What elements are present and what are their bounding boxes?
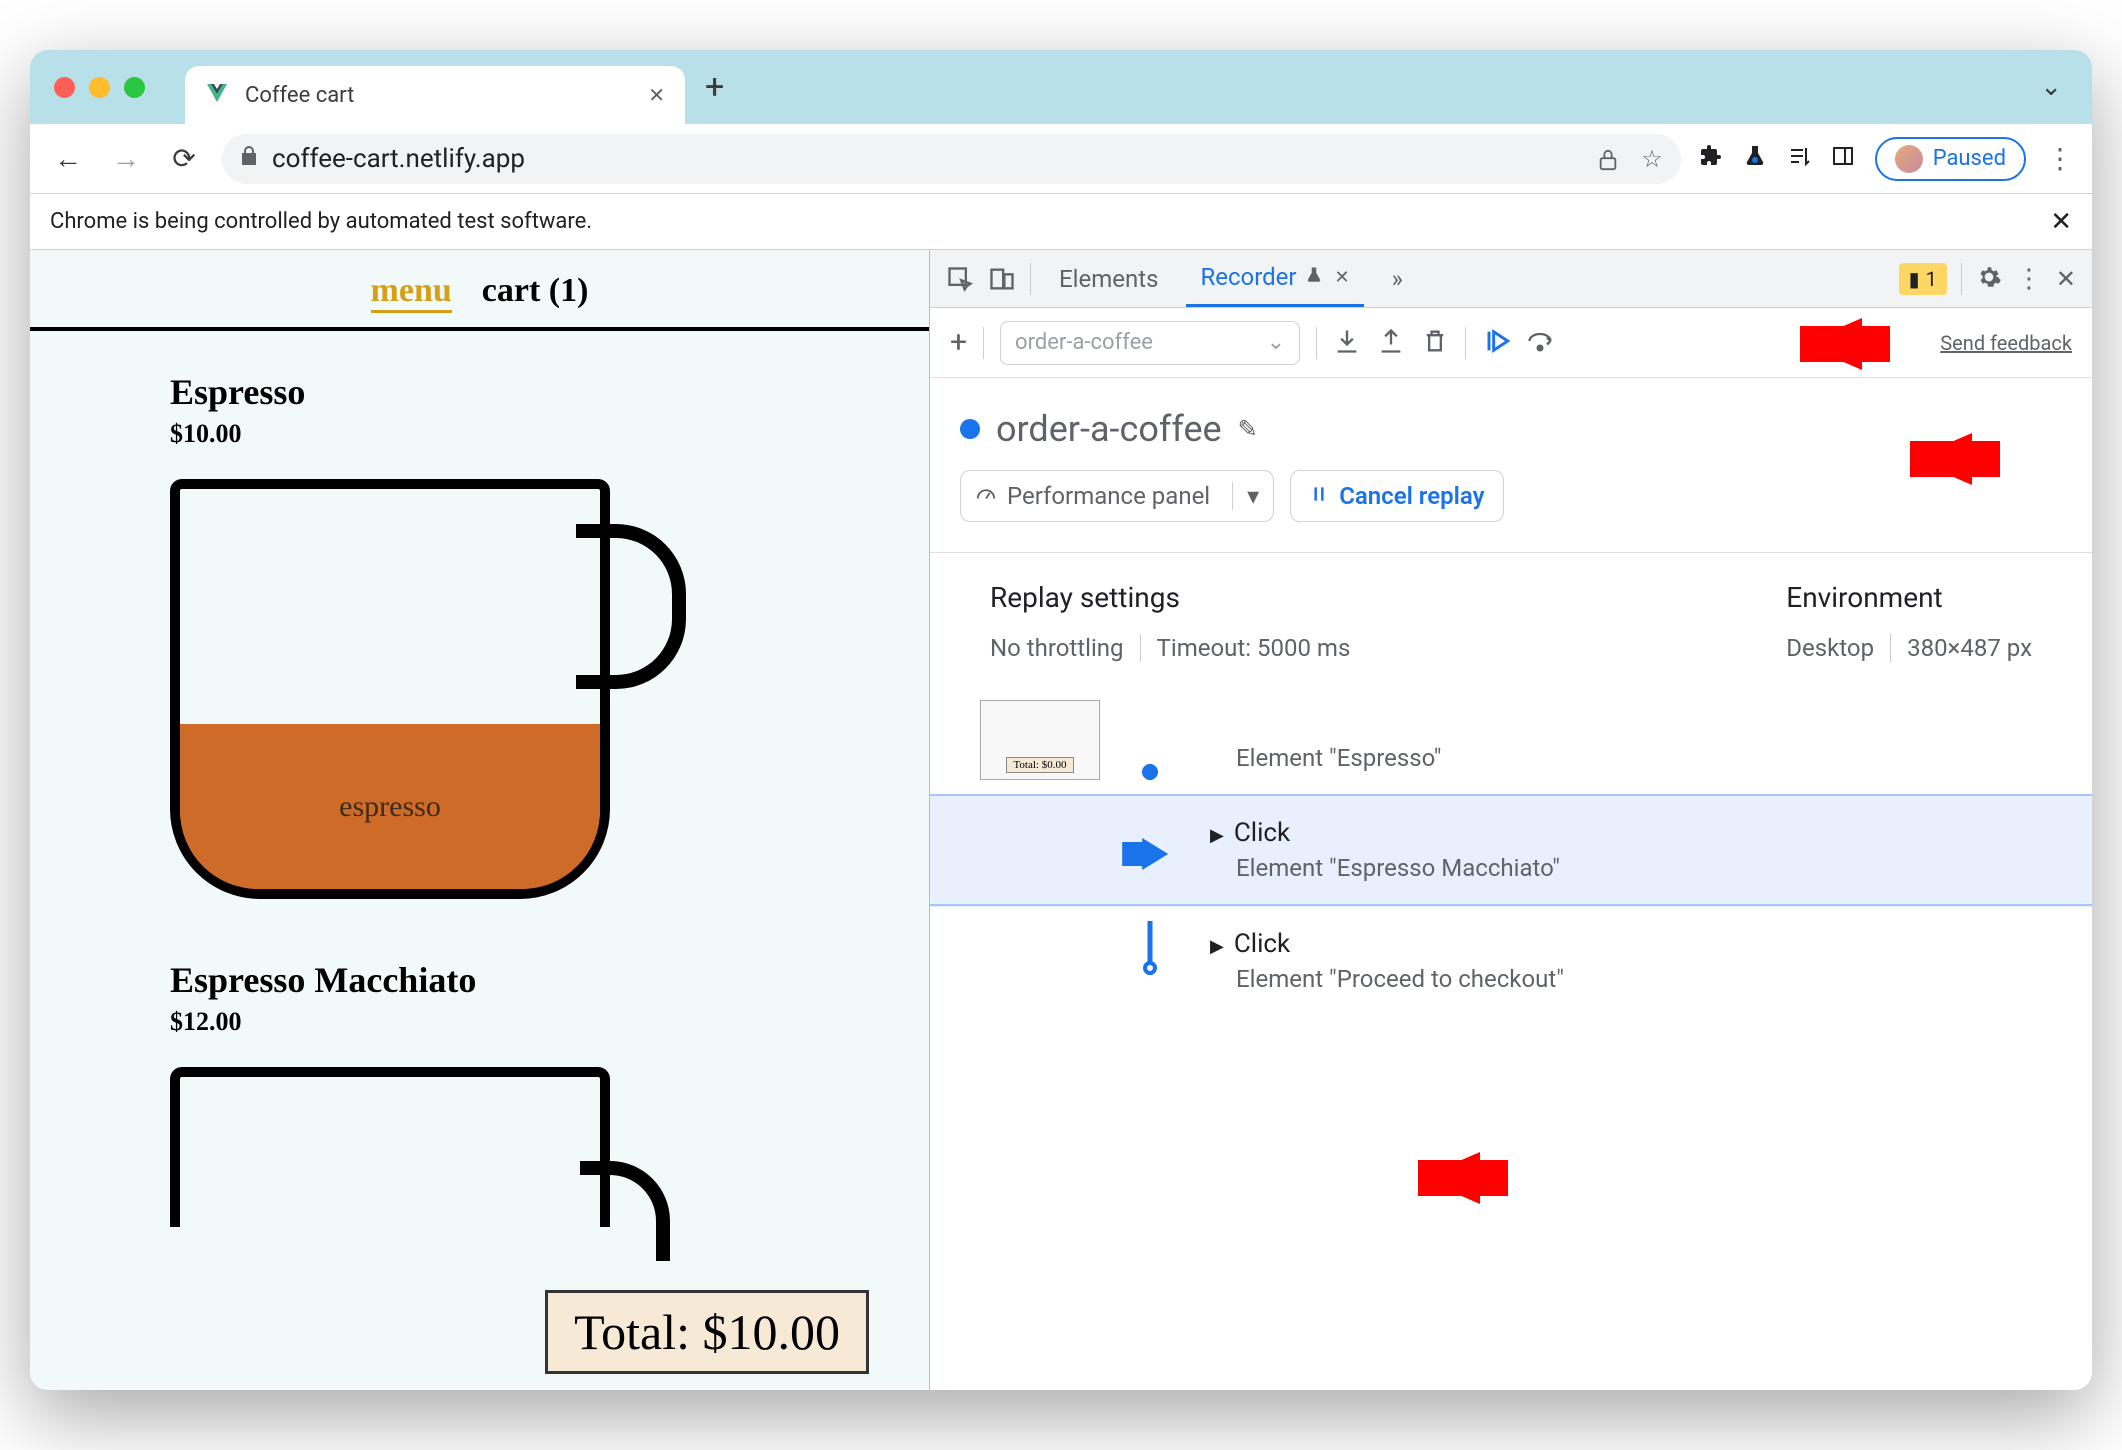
current-step-marker-icon xyxy=(1142,838,1168,870)
web-page-viewport: menu cart (1) Espresso $10.00 espresso E… xyxy=(30,250,930,1390)
new-recording-button[interactable]: + xyxy=(950,325,967,360)
browser-tab[interactable]: Coffee cart ✕ xyxy=(185,66,685,124)
extensions-icon[interactable] xyxy=(1699,144,1723,174)
environment-heading: Environment xyxy=(1786,581,2032,614)
window-minimize-button[interactable] xyxy=(89,77,110,98)
devtools-tab-bar: Elements Recorder ✕ » ▮ 1 xyxy=(930,250,2092,308)
tab-elements[interactable]: Elements xyxy=(1045,250,1172,307)
pause-icon xyxy=(1309,482,1329,510)
recording-title: order-a-coffee xyxy=(996,408,1222,450)
product-macchiato: Espresso Macchiato $12.00 xyxy=(30,899,929,1227)
edit-name-icon[interactable]: ✎ xyxy=(1238,415,1258,443)
gauge-icon xyxy=(975,482,997,510)
close-tab-icon[interactable]: ✕ xyxy=(1335,267,1350,288)
bookmark-icon[interactable]: ☆ xyxy=(1641,145,1663,173)
nav-cart-link[interactable]: cart (1) xyxy=(482,272,589,313)
side-panel-icon[interactable] xyxy=(1831,144,1855,174)
cup-fill-label: espresso xyxy=(180,724,600,889)
browser-toolbar: ← → ⟳ coffee-cart.netlify.app ☆ xyxy=(30,124,2092,194)
site-nav: menu cart (1) xyxy=(30,250,929,331)
new-tab-button[interactable]: + xyxy=(705,67,724,107)
vue-favicon-icon xyxy=(205,81,229,109)
timeout-value[interactable]: Timeout: 5000 ms xyxy=(1140,634,1351,662)
url-text: coffee-cart.netlify.app xyxy=(272,144,525,174)
step-element: Element "Proceed to checkout" xyxy=(1236,965,2072,993)
share-icon[interactable] xyxy=(1597,145,1619,173)
automation-text: Chrome is being controlled by automated … xyxy=(50,209,592,234)
automation-infobar: Chrome is being controlled by automated … xyxy=(30,194,2092,250)
inspect-element-icon[interactable] xyxy=(946,265,974,293)
record-status-icon xyxy=(960,419,980,439)
address-bar[interactable]: coffee-cart.netlify.app ☆ xyxy=(222,134,1681,184)
reload-button[interactable]: ⟳ xyxy=(164,142,204,175)
annotation-arrow-icon xyxy=(1912,433,1972,485)
recorder-toolbar: + order-a-coffee ⌄ xyxy=(930,308,2092,378)
step-row[interactable]: ▶Click Element "Proceed to checkout" xyxy=(930,906,2092,1016)
experiments-icon[interactable] xyxy=(1743,144,1767,174)
step-row[interactable]: ▶Click Element "Espresso Macchiato" xyxy=(930,794,2092,906)
devtools-panel: Elements Recorder ✕ » ▮ 1 xyxy=(930,250,2092,1390)
step-element: Element "Espresso" xyxy=(1236,744,2072,772)
coffee-cup-icon[interactable] xyxy=(170,1067,610,1227)
kebab-menu-icon[interactable]: ⋮ xyxy=(2016,264,2042,294)
chevron-down-icon[interactable]: ▾ xyxy=(1232,482,1259,510)
settings-gear-icon[interactable] xyxy=(1976,264,2002,294)
more-tabs-button[interactable]: » xyxy=(1378,250,1417,307)
step-thumbnail: Total: $0.00 xyxy=(980,700,1100,780)
send-feedback-link[interactable]: Send feedback xyxy=(1940,331,2072,355)
cancel-replay-button[interactable]: Cancel replay xyxy=(1290,470,1503,522)
delete-icon[interactable] xyxy=(1421,327,1449,359)
close-infobar-button[interactable]: ✕ xyxy=(2050,207,2072,237)
import-icon[interactable] xyxy=(1333,327,1361,359)
nav-menu-link[interactable]: menu xyxy=(371,272,452,313)
issue-icon: ▮ xyxy=(1909,267,1920,291)
throttle-value[interactable]: No throttling xyxy=(990,634,1124,662)
replay-slow-icon[interactable] xyxy=(1482,327,1510,359)
step-timeline: Total: $0.00 Element "Espresso" xyxy=(930,684,2092,1390)
annotation-arrow-icon xyxy=(1420,1152,1480,1204)
chevron-down-icon: ⌄ xyxy=(1267,330,1285,355)
product-title: Espresso Macchiato xyxy=(170,959,929,1001)
close-tab-icon[interactable]: ✕ xyxy=(648,83,665,107)
replay-settings-bar: Replay settings No throttling Timeout: 5… xyxy=(930,552,2092,684)
product-title: Espresso xyxy=(170,371,929,413)
coffee-cup-icon[interactable]: espresso xyxy=(170,479,610,899)
back-button[interactable]: ← xyxy=(48,142,88,175)
step-row[interactable]: Total: $0.00 Element "Espresso" xyxy=(930,684,2092,794)
lock-icon xyxy=(240,145,258,172)
profile-button[interactable]: Paused xyxy=(1875,137,2026,181)
product-price: $12.00 xyxy=(170,1007,929,1037)
step-element: Element "Espresso Macchiato" xyxy=(1236,854,2072,882)
reading-list-icon[interactable] xyxy=(1787,144,1811,174)
chrome-menu-button[interactable]: ⋮ xyxy=(2046,142,2074,175)
cart-total[interactable]: Total: $10.00 xyxy=(545,1290,869,1374)
product-espresso: Espresso $10.00 espresso xyxy=(30,331,929,899)
step-over-icon[interactable] xyxy=(1526,327,1554,359)
expand-icon[interactable]: ▶ xyxy=(1210,936,1224,957)
avatar-icon xyxy=(1895,145,1923,173)
tab-recorder[interactable]: Recorder ✕ xyxy=(1186,250,1363,307)
annotation-arrow-icon xyxy=(1802,318,1862,370)
window-close-button[interactable] xyxy=(54,77,75,98)
window-controls xyxy=(54,77,145,98)
beaker-icon xyxy=(1305,265,1323,289)
forward-button[interactable]: → xyxy=(106,142,146,175)
cup-handle-icon xyxy=(580,1161,670,1261)
browser-tab-strip: Coffee cart ✕ + ⌄ xyxy=(30,50,2092,124)
tab-list-button[interactable]: ⌄ xyxy=(2040,72,2062,102)
cup-handle-icon xyxy=(576,524,686,689)
device-value[interactable]: Desktop xyxy=(1786,634,1874,662)
dimensions-value[interactable]: 380×487 px xyxy=(1890,634,2032,662)
issues-badge[interactable]: ▮ 1 xyxy=(1899,263,1947,295)
export-icon[interactable] xyxy=(1377,327,1405,359)
replay-settings-heading: Replay settings xyxy=(990,581,1350,614)
performance-panel-button[interactable]: Performance panel ▾ xyxy=(960,470,1274,522)
device-toolbar-icon[interactable] xyxy=(988,265,1016,293)
expand-icon[interactable]: ▶ xyxy=(1210,825,1224,846)
tab-title: Coffee cart xyxy=(245,83,648,108)
window-maximize-button[interactable] xyxy=(124,77,145,98)
product-price: $10.00 xyxy=(170,419,929,449)
recording-select[interactable]: order-a-coffee ⌄ xyxy=(1000,321,1300,365)
close-devtools-icon[interactable]: ✕ xyxy=(2056,265,2076,293)
